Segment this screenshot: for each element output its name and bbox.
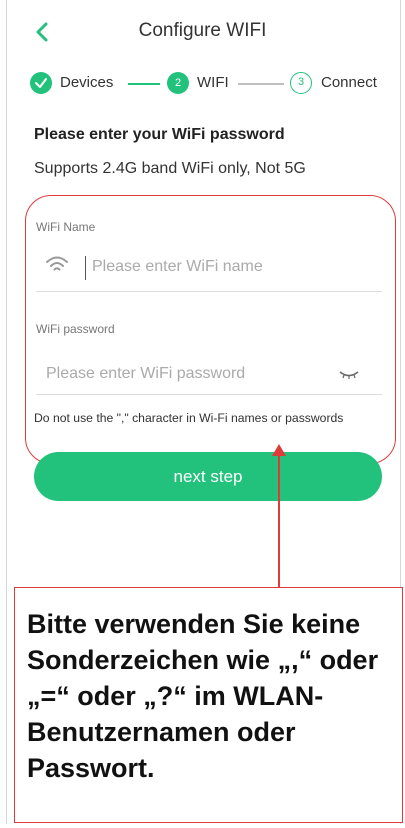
wifi-password-label: WiFi password (36, 322, 115, 336)
wifi-name-input[interactable]: Please enter WiFi name (92, 258, 263, 276)
check-icon (30, 72, 52, 94)
step-connector (238, 83, 284, 85)
wifi-password-input[interactable]: Please enter WiFi password (46, 365, 245, 383)
step-connector (128, 83, 160, 85)
hidden-eye-icon[interactable] (338, 367, 360, 379)
annotation-callout: Bitte verwenden Sie keine Sonderzeichen … (14, 587, 403, 823)
callout-text: Bitte verwenden Sie keine Sonderzeichen … (27, 609, 379, 783)
wifi-name-label: WiFi Name (36, 220, 96, 234)
page-title: Configure WIFI (138, 20, 267, 41)
annotation-arrow-head (272, 444, 286, 456)
wifi-icon (44, 254, 70, 276)
step-2-indicator: 2 (167, 72, 189, 94)
form-heading: Please enter your WiFi password (34, 126, 285, 143)
band-note: Supports 2.4G band WiFi only, Not 5G (34, 160, 306, 177)
character-warning: Do not use the "," character in Wi-Fi na… (34, 411, 344, 425)
divider (36, 394, 382, 395)
next-step-button[interactable]: next step (34, 452, 382, 501)
text-cursor (85, 256, 86, 280)
step-3-indicator: 3 (290, 72, 312, 94)
step-devices-label: Devices (60, 74, 114, 91)
step-wifi-label: WIFI (197, 74, 229, 91)
progress-stepper: Devices 2 WIFI 3 Connect (30, 68, 390, 98)
annotation-arrow (278, 452, 280, 605)
divider (36, 291, 382, 292)
step-connect-label: Connect (321, 74, 377, 91)
